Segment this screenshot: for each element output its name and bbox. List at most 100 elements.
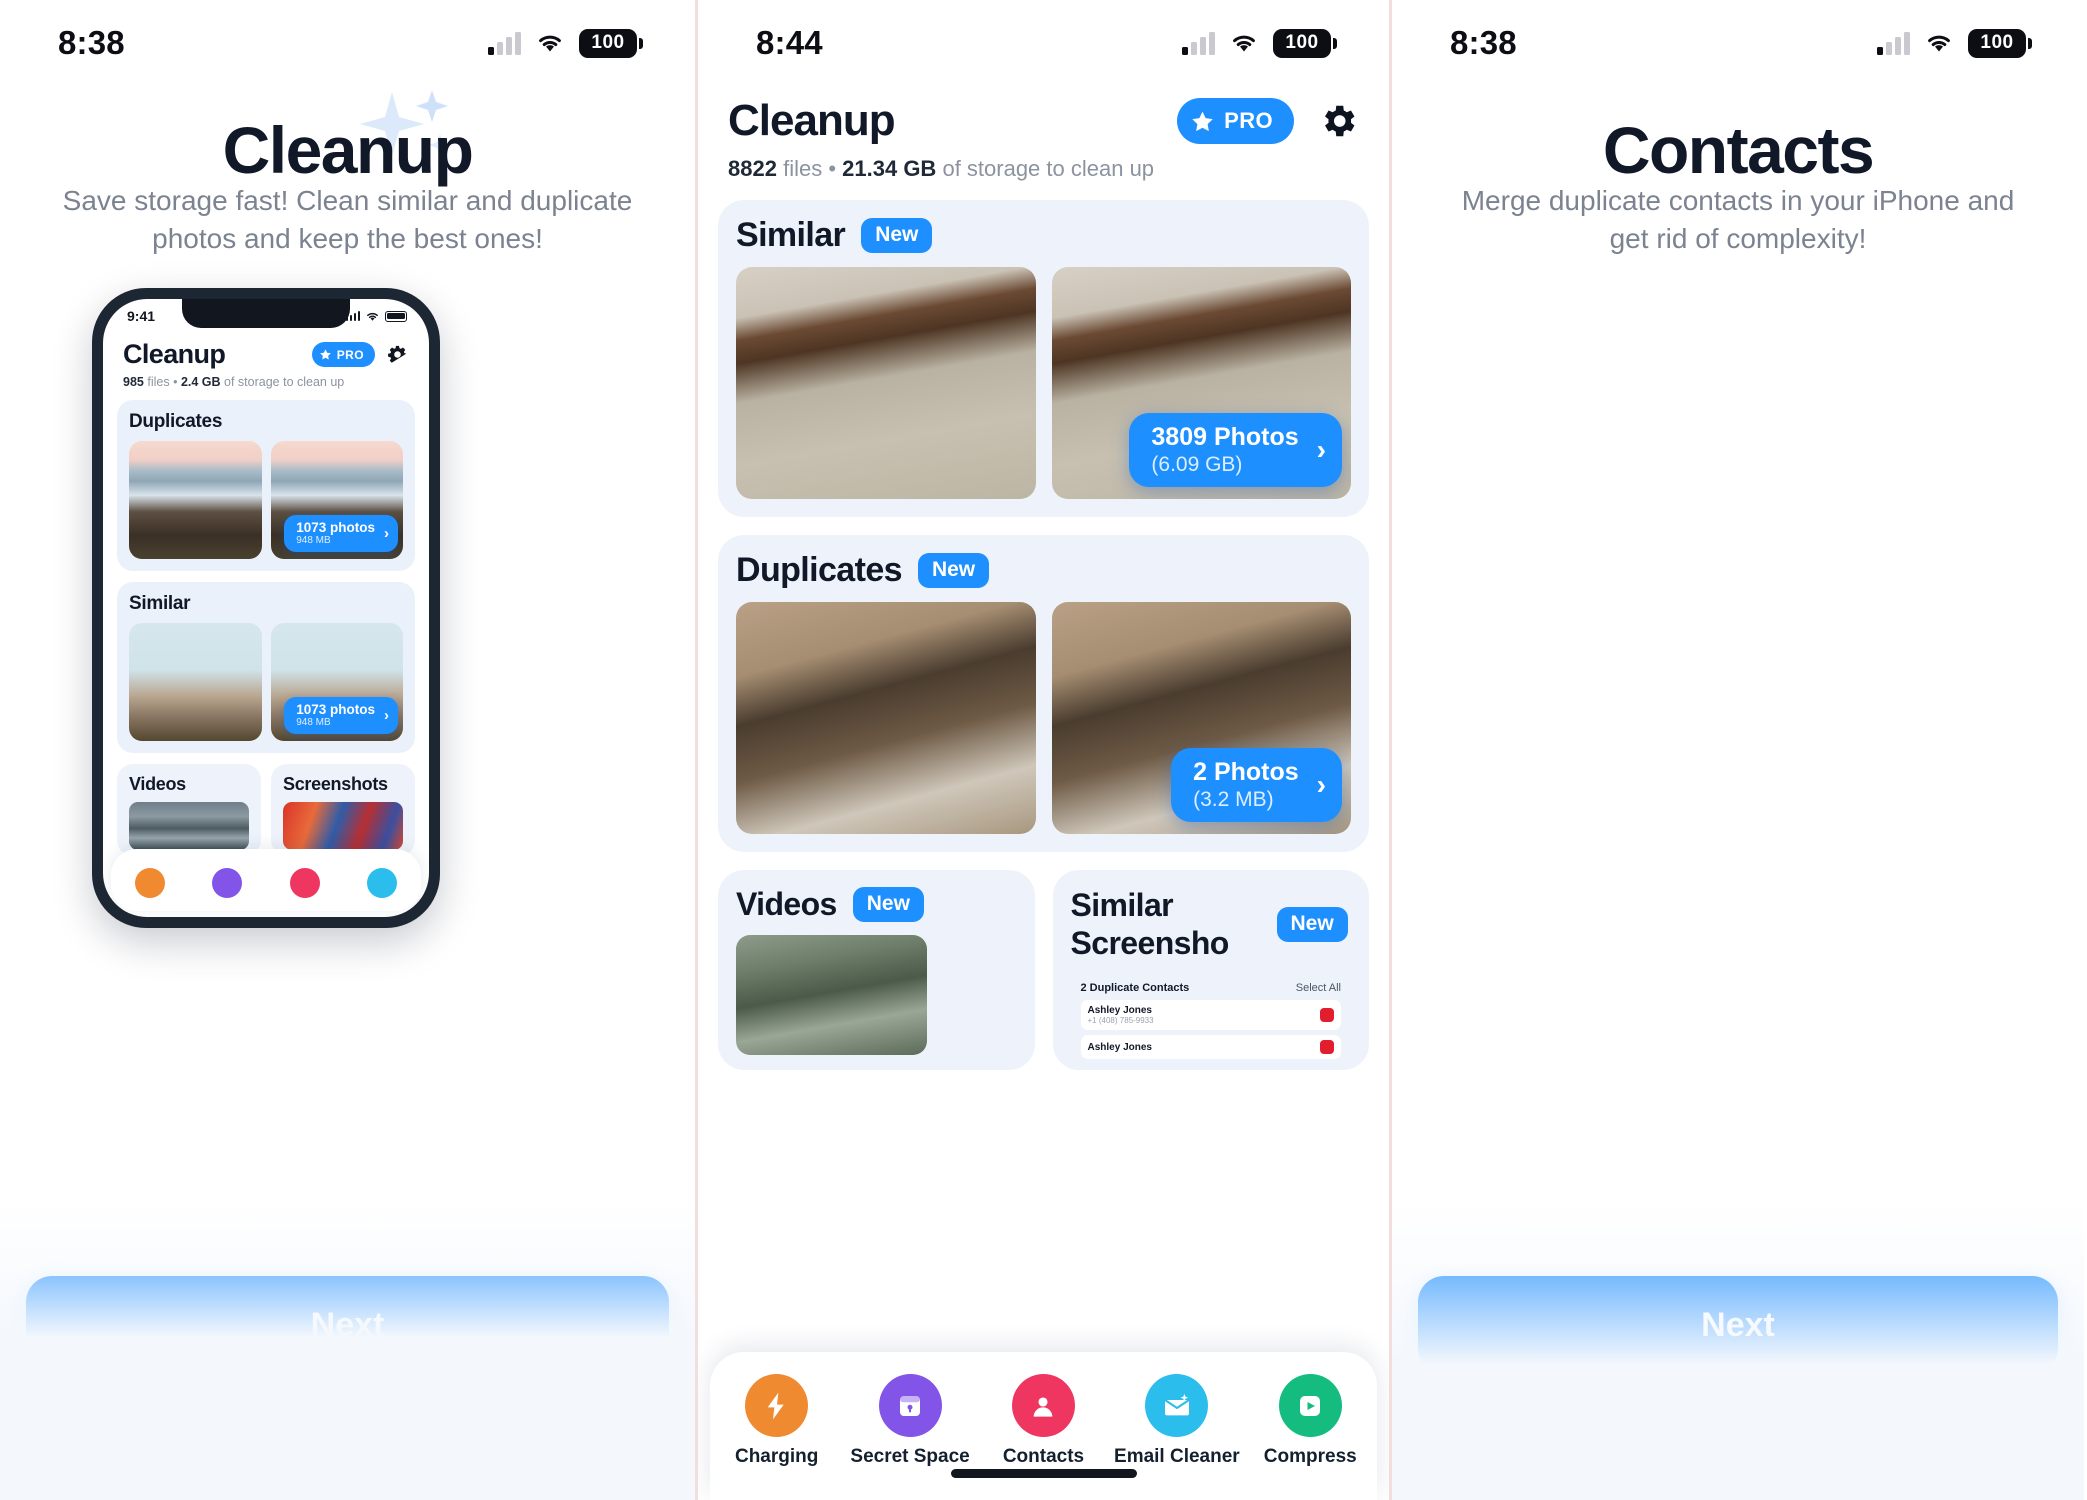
screenshot-thumbnail[interactable]: 2 Duplicate Contacts Select All Ashley J… [1070, 974, 1351, 1070]
phone-tab-bar [111, 849, 421, 911]
section-title: Videos [736, 886, 837, 922]
photo-thumbnail[interactable] [736, 267, 1036, 499]
section-title: Similar [129, 593, 191, 614]
secret-space-icon[interactable] [212, 868, 243, 898]
tab-label: Email Cleaner [1114, 1446, 1240, 1467]
new-badge: New [852, 887, 924, 922]
status-bar: 8:38 100 [1392, 0, 2084, 86]
phone-wifi-icon [367, 312, 378, 321]
app-header: Cleanup PRO 8822 files • 21.34 GB of sto… [698, 86, 1389, 182]
photo-count-label: 3809 Photos [1151, 423, 1299, 451]
chevron-right-icon: › [1316, 434, 1326, 465]
section-card-similar-screenshots[interactable]: Similar Screensho New 2 Duplicate Contac… [1052, 870, 1369, 1070]
video-thumbnail[interactable] [129, 802, 249, 850]
phone-title-row: Cleanup PRO [123, 339, 409, 370]
charging-icon[interactable] [134, 868, 165, 898]
wifi-icon [1928, 35, 1950, 52]
tab-label: Contacts [1002, 1446, 1085, 1467]
screenshot-thumbnail[interactable] [283, 802, 403, 850]
photo-thumbnail[interactable]: 1073 photos 948 MB › [270, 441, 403, 559]
photo-thumbnail[interactable]: 1073 photos 948 MB › [270, 623, 403, 741]
bottom-fade-overlay [0, 1200, 695, 1500]
section-title: Similar [736, 216, 846, 254]
tab-contacts[interactable]: Contacts [979, 1374, 1107, 1468]
compress-icon [1278, 1374, 1342, 1437]
charging-icon [745, 1374, 809, 1437]
section-thumbnails: 1073 photos 948 MB › [129, 623, 403, 741]
section-card-videos[interactable]: Videos [117, 764, 261, 856]
tab-compress[interactable]: Compress [1246, 1374, 1374, 1468]
section-thumbnails: 3809 Photos (6.09 GB) › [736, 267, 1351, 499]
video-thumbnail[interactable] [736, 935, 927, 1055]
section-card-duplicates[interactable]: Duplicates 1073 photos 948 MB › [117, 400, 415, 571]
photo-thumbnail[interactable] [129, 441, 262, 559]
section-thumbnails: 1073 photos 948 MB › [129, 441, 403, 559]
panel-contacts-promo: 8:38 100 Contacts Merge duplicate contac… [1392, 0, 2084, 1500]
contacts-icon[interactable] [289, 868, 320, 898]
panel-cleanup-app: 8:44 100 Cleanup PRO 8822 files • 21.34 … [695, 0, 1392, 1500]
photo-count-label: 1073 photos [296, 702, 375, 717]
new-badge: New [1276, 906, 1348, 942]
phone-storage-tail: of storage to clean up [224, 375, 345, 389]
pro-badge-button[interactable]: PRO [311, 342, 375, 367]
section-card-screenshots[interactable]: Screenshots [271, 764, 415, 856]
section-card-videos[interactable]: Videos New [718, 870, 1035, 1070]
contacts-icon [1011, 1374, 1075, 1437]
phone-screen: 9:41 Cleanup PRO 985 files • 2.4 GB of s… [103, 299, 429, 917]
storage-summary-line: 8822 files • 21.34 GB of storage to clea… [728, 156, 1359, 182]
cellular-signal-icon [1877, 31, 1910, 55]
section-header: Similar New [736, 216, 1351, 255]
gear-icon[interactable] [1317, 100, 1359, 142]
pro-badge-button[interactable]: PRO [1177, 98, 1294, 144]
chevron-right-icon: › [384, 525, 389, 542]
photo-thumbnail[interactable] [736, 602, 1036, 834]
status-indicators: 100 [1182, 28, 1337, 58]
phone-header-actions: PRO [311, 342, 409, 367]
battery-indicator: 100 [1273, 28, 1337, 58]
section-card-similar[interactable]: Similar New 3809 Photos (6.09 GB) › [718, 200, 1369, 517]
wifi-icon [1233, 35, 1255, 52]
phone-storage-size: 2.4 GB [180, 375, 221, 389]
status-indicators: 100 [1877, 28, 2032, 58]
phone-status-icons [345, 310, 407, 322]
section-header: Videos New [736, 886, 1017, 923]
phone-app-title: Cleanup [123, 339, 226, 369]
home-indicator [950, 1469, 1137, 1478]
phone-mockup: 9:41 Cleanup PRO 985 files • 2.4 GB of s… [92, 288, 440, 928]
section-header: Duplicates New [736, 551, 1351, 590]
photo-count-badge[interactable]: 3809 Photos (6.09 GB) › [1129, 413, 1342, 487]
status-bar: 8:38 100 [0, 0, 695, 86]
status-bar: 8:44 100 [698, 0, 1389, 86]
photo-thumbnail[interactable] [129, 623, 262, 741]
new-badge: New [861, 218, 933, 253]
phone-files-word: files [147, 375, 170, 389]
tab-label: Charging [734, 1446, 819, 1467]
email-cleaner-icon[interactable] [367, 868, 398, 898]
section-title: Similar Screensho [1070, 887, 1230, 961]
phone-storage-line: 985 files • 2.4 GB of storage to clean u… [123, 375, 409, 389]
photo-count-label: 1073 photos [296, 520, 375, 535]
status-time: 8:38 [58, 24, 125, 61]
storage-size: 21.34 GB [842, 156, 937, 181]
files-count: 8822 [728, 156, 777, 181]
photo-count-badge[interactable]: 1073 photos 948 MB › [284, 515, 398, 552]
cellular-signal-icon [488, 31, 521, 55]
tab-secret-space[interactable]: Secret Space [846, 1374, 974, 1468]
gear-icon[interactable] [386, 343, 409, 366]
cleanup-app-screen: Cleanup PRO 8822 files • 21.34 GB of sto… [698, 86, 1389, 1500]
bottom-fade-overlay [1392, 1200, 2084, 1500]
section-card-duplicates[interactable]: Duplicates New 2 Photos (3.2 MB) › [718, 535, 1369, 852]
photo-count-badge[interactable]: 1073 photos 948 MB › [284, 697, 398, 734]
pro-badge-label: PRO [336, 347, 364, 362]
photo-thumbnail[interactable]: 3809 Photos (6.09 GB) › [1051, 267, 1351, 499]
tab-charging[interactable]: Charging [713, 1374, 841, 1468]
photo-size-label: 948 MB [296, 535, 331, 546]
status-indicators: 100 [488, 28, 643, 58]
storage-tail: of storage to clean up [942, 156, 1155, 181]
photo-thumbnail[interactable]: 2 Photos (3.2 MB) › [1051, 602, 1351, 834]
email-cleaner-icon [1145, 1374, 1209, 1437]
bottom-cards-row: Videos New Similar Screensho New 2 Dupli… [718, 870, 1369, 1070]
section-card-similar[interactable]: Similar 1073 photos 948 MB › [117, 582, 415, 753]
tab-email-cleaner[interactable]: Email Cleaner [1113, 1374, 1241, 1468]
photo-count-badge[interactable]: 2 Photos (3.2 MB) › [1171, 748, 1342, 822]
